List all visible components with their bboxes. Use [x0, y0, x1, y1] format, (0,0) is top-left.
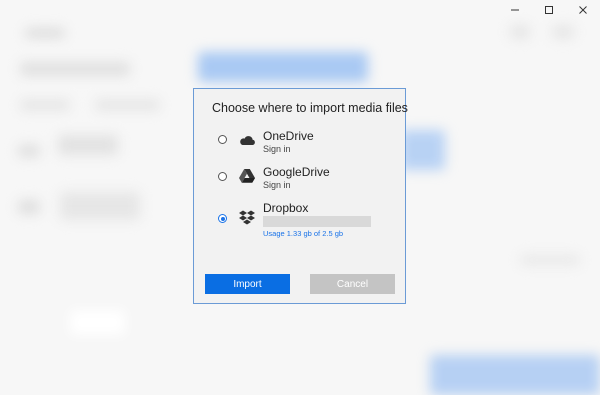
maximize-button[interactable] [532, 0, 566, 20]
minimize-button[interactable] [498, 0, 532, 20]
window-controls [498, 0, 600, 20]
cancel-button[interactable]: Cancel [310, 274, 395, 294]
option-dropbox[interactable]: Dropbox Usage 1.33 gb of 2.5 gb [194, 199, 405, 241]
close-button[interactable] [566, 0, 600, 20]
onedrive-signin[interactable]: Sign in [263, 144, 291, 154]
dropbox-radio-selected[interactable] [218, 214, 227, 223]
googledrive-signin[interactable]: Sign in [263, 180, 291, 190]
onedrive-cloud-icon [240, 136, 255, 145]
dialog-title: Choose where to import media files [212, 101, 408, 115]
dropbox-icon [239, 210, 255, 225]
googledrive-radio[interactable] [218, 172, 227, 181]
dropbox-label: Dropbox [263, 201, 309, 215]
import-source-dialog: Choose where to import media files OneDr… [193, 88, 408, 304]
googledrive-label: GoogleDrive [263, 165, 330, 179]
onedrive-radio[interactable] [218, 135, 227, 144]
option-googledrive[interactable]: GoogleDrive Sign in [194, 163, 405, 197]
maximize-icon [545, 6, 553, 14]
close-icon [579, 6, 587, 14]
import-button[interactable]: Import [205, 274, 290, 294]
option-onedrive[interactable]: OneDrive Sign in [194, 127, 405, 161]
onedrive-label: OneDrive [263, 129, 314, 143]
dropbox-usage-text: Usage 1.33 gb of 2.5 gb [263, 229, 344, 238]
minimize-icon [511, 9, 519, 11]
redacted-account-bar [263, 216, 371, 227]
google-drive-icon [239, 169, 255, 183]
